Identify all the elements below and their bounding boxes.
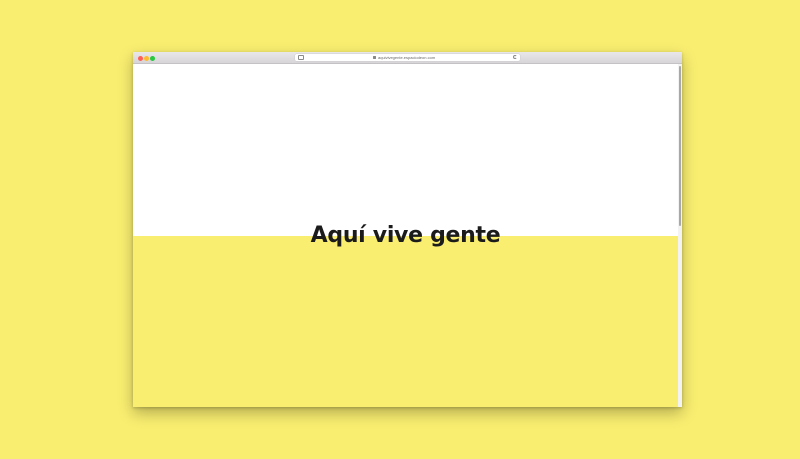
- hero-white-section: [133, 64, 682, 236]
- lock-icon: [373, 55, 376, 59]
- reload-icon[interactable]: [513, 55, 517, 59]
- hero-yellow-section: [133, 236, 678, 407]
- minimize-window-icon[interactable]: [144, 55, 149, 61]
- scrollbar[interactable]: [678, 64, 682, 407]
- maximize-window-icon[interactable]: [150, 55, 155, 61]
- page-headline: Aquí vive gente: [310, 223, 501, 248]
- address-bar[interactable]: aquivivegente.espaciodeon.com: [295, 54, 520, 61]
- browser-titlebar: aquivivegente.espaciodeon.com: [133, 52, 682, 64]
- scrollbar-thumb[interactable]: [679, 66, 681, 226]
- browser-window: aquivivegente.espaciodeon.com Aquí vive …: [133, 52, 682, 407]
- close-window-icon[interactable]: [138, 55, 143, 61]
- sidebar-toggle-icon[interactable]: [298, 55, 304, 60]
- url-text[interactable]: aquivivegente.espaciodeon.com: [378, 54, 435, 61]
- page-content: Aquí vive gente: [133, 64, 682, 407]
